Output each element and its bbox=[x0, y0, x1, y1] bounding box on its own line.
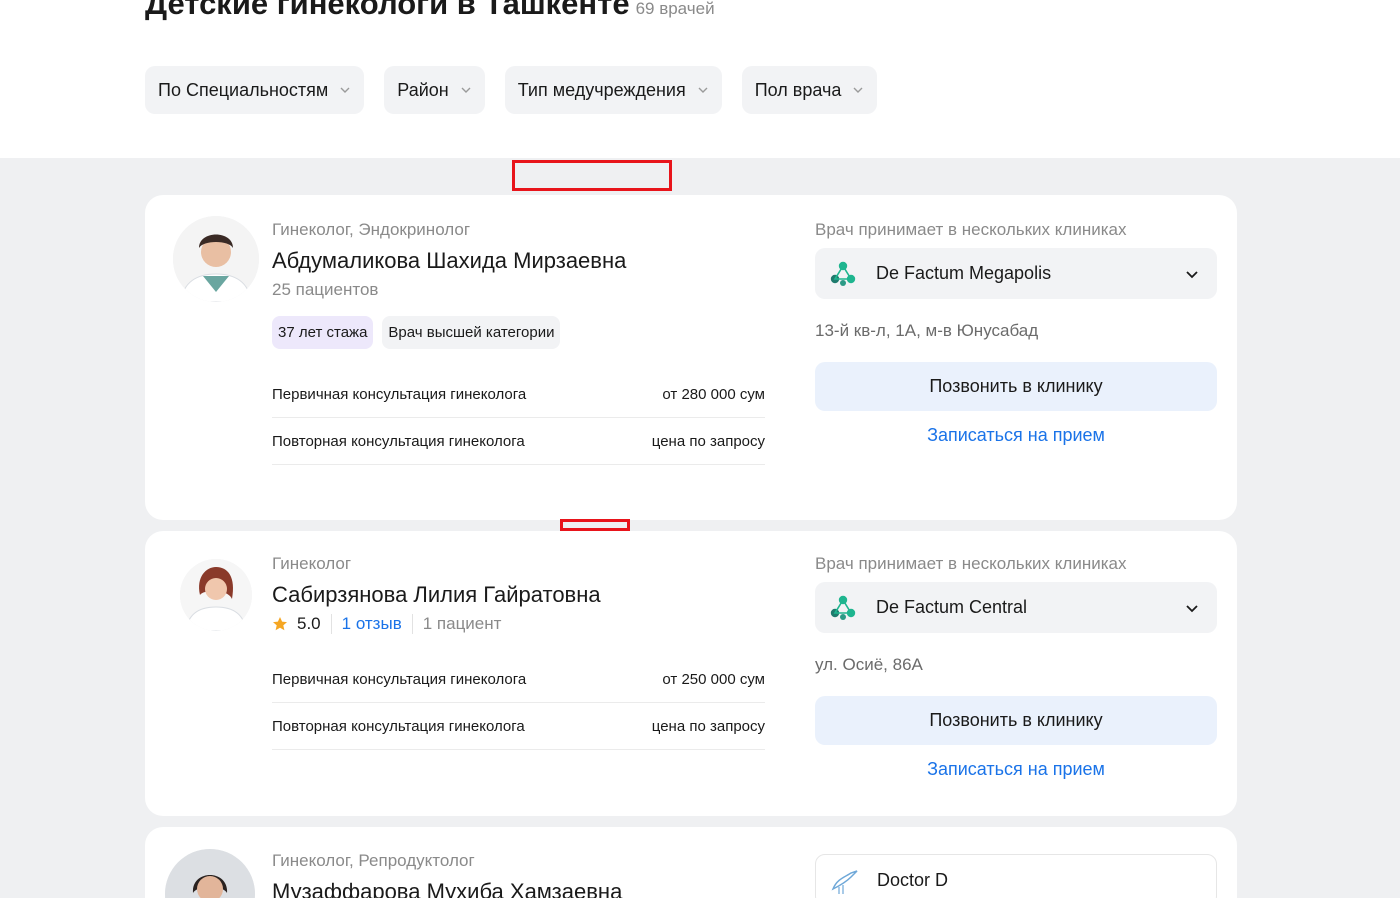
meta-divider bbox=[411, 614, 413, 634]
book-appointment-link[interactable]: Записаться на прием bbox=[815, 425, 1217, 446]
stork-logo-icon bbox=[831, 870, 858, 894]
price-row: Первичная консультация гинеколога от 280… bbox=[272, 371, 765, 418]
service-price: цена по запросу bbox=[651, 717, 765, 735]
filter-doctor-gender[interactable]: Пол врача bbox=[741, 66, 878, 114]
clinic-panel: Doctor D bbox=[815, 854, 1217, 898]
book-appointment-link[interactable]: Записаться на прием bbox=[815, 759, 1217, 780]
filter-bar: По Специальностям Район Тип медучреждени… bbox=[145, 66, 878, 114]
service-price: от 280 000 сум bbox=[662, 385, 765, 403]
highlight-marker bbox=[512, 160, 672, 191]
doctor-info: Гинеколог, Репродуктолог Музаффарова Мух… bbox=[272, 851, 622, 898]
chevron-down-icon bbox=[461, 87, 471, 93]
chevron-down-icon bbox=[1186, 604, 1198, 612]
doctor-photo-icon bbox=[180, 559, 252, 631]
chevron-down-icon bbox=[853, 87, 863, 93]
patient-count: 25 пациентов bbox=[272, 280, 379, 299]
price-list: Первичная консультация гинеколога от 250… bbox=[272, 656, 765, 750]
clinic-selector[interactable]: Doctor D bbox=[815, 854, 1217, 898]
doctor-specialty: Гинеколог, Эндокринолог bbox=[272, 220, 471, 239]
de-factum-logo-icon bbox=[830, 261, 856, 286]
doctor-avatar[interactable] bbox=[180, 559, 252, 631]
doctor-photo-icon bbox=[165, 849, 255, 898]
meta-divider bbox=[330, 614, 332, 634]
patient-count: 1 пациент bbox=[422, 614, 502, 633]
doctor-card: Гинеколог Сабирзянова Лилия Гайратовна 5… bbox=[145, 531, 1237, 816]
top-section: Детские гинекологи в Ташкенте 69 врачей П… bbox=[0, 0, 1400, 158]
clinic-address: 13-й кв-л, 1А, м-в Юнусабад bbox=[815, 321, 1039, 340]
doctor-card: Гинеколог, Эндокринолог Абдумаликова Шах… bbox=[145, 195, 1237, 520]
chevron-down-icon bbox=[1186, 270, 1198, 278]
call-clinic-button[interactable]: Позвонить в клинику bbox=[815, 362, 1217, 411]
experience-badge: 37 лет стажа bbox=[272, 316, 374, 349]
service-name: Первичная консультация гинеколога bbox=[272, 670, 527, 688]
service-name: Повторная консультация гинеколога bbox=[272, 717, 525, 735]
doctor-info: Гинеколог Сабирзянова Лилия Гайратовна 5… bbox=[272, 554, 601, 634]
de-factum-logo-icon bbox=[830, 595, 856, 620]
multi-clinic-note: Врач принимает в нескольких клиниках bbox=[815, 220, 1127, 239]
service-price: от 250 000 сум bbox=[662, 670, 765, 688]
clinic-panel: Врач принимает в нескольких клиниках De … bbox=[815, 554, 1217, 780]
clinic-name: Doctor D bbox=[877, 869, 949, 890]
multi-clinic-note: Врач принимает в нескольких клиниках bbox=[815, 554, 1127, 573]
filter-label: По Специальностям bbox=[158, 79, 329, 100]
filter-facility-type[interactable]: Тип медучреждения bbox=[504, 66, 722, 114]
page-title: Детские гинекологи в Ташкенте 69 врачей bbox=[145, 0, 715, 27]
clinic-selector[interactable]: De Factum Central bbox=[815, 582, 1217, 633]
filter-district[interactable]: Район bbox=[384, 66, 485, 114]
doctor-avatar[interactable] bbox=[173, 216, 259, 302]
price-row: Повторная консультация гинеколога цена п… bbox=[272, 703, 765, 750]
doctor-name[interactable]: Абдумаликова Шахида Мирзаевна bbox=[272, 248, 626, 274]
doctor-count: 69 врачей bbox=[635, 0, 715, 18]
clinic-panel: Врач принимает в нескольких клиниках De … bbox=[815, 220, 1217, 446]
doctor-specialty: Гинеколог, Репродуктолог bbox=[272, 851, 475, 870]
doctor-photo-icon bbox=[173, 216, 259, 302]
category-badge: Врач высшей категории bbox=[382, 316, 561, 349]
doctor-avatar[interactable] bbox=[165, 849, 255, 898]
service-name: Повторная консультация гинеколога bbox=[272, 432, 525, 450]
rating-value: 5.0 bbox=[297, 614, 321, 633]
page-title-text: Детские гинекологи в Ташкенте bbox=[145, 0, 630, 21]
call-clinic-button[interactable]: Позвонить в клинику bbox=[815, 696, 1217, 745]
doctor-specialty: Гинеколог bbox=[272, 554, 352, 573]
filter-label: Тип медучреждения bbox=[517, 79, 686, 100]
chevron-down-icon bbox=[340, 87, 350, 93]
doctor-info: Гинеколог, Эндокринолог Абдумаликова Шах… bbox=[272, 220, 626, 349]
doctor-list: Гинеколог, Эндокринолог Абдумаликова Шах… bbox=[0, 158, 1400, 898]
star-icon bbox=[273, 617, 287, 631]
clinic-address: ул. Осиё, 86А bbox=[815, 655, 923, 674]
price-list: Первичная консультация гинеколога от 280… bbox=[272, 371, 765, 465]
highlight-marker bbox=[560, 519, 630, 531]
filter-specialty[interactable]: По Специальностям bbox=[145, 66, 365, 114]
price-row: Повторная консультация гинеколога цена п… bbox=[272, 418, 765, 465]
doctor-tags: 37 лет стажа Врач высшей категории bbox=[272, 316, 626, 349]
doctor-card: Гинеколог, Репродуктолог Музаффарова Мух… bbox=[145, 827, 1237, 898]
service-name: Первичная консультация гинеколога bbox=[272, 385, 527, 403]
filter-label: Пол врача bbox=[754, 79, 842, 100]
doctor-meta: 5.0 1 отзыв 1 пациент bbox=[272, 614, 601, 634]
price-row: Первичная консультация гинеколога от 250… bbox=[272, 656, 765, 703]
reviews-link[interactable]: 1 отзыв bbox=[342, 614, 402, 634]
doctor-name[interactable]: Музаффарова Мухиба Хамзаевна bbox=[272, 879, 622, 898]
chevron-down-icon bbox=[698, 87, 708, 93]
filter-label: Район bbox=[397, 79, 449, 100]
doctor-meta: 25 пациентов bbox=[272, 280, 626, 300]
clinic-name: De Factum Central bbox=[876, 597, 1028, 617]
service-price: цена по запросу bbox=[651, 432, 765, 450]
clinic-name: De Factum Megapolis bbox=[876, 263, 1052, 283]
clinic-selector[interactable]: De Factum Megapolis bbox=[815, 248, 1217, 299]
doctor-name[interactable]: Сабирзянова Лилия Гайратовна bbox=[272, 582, 601, 608]
